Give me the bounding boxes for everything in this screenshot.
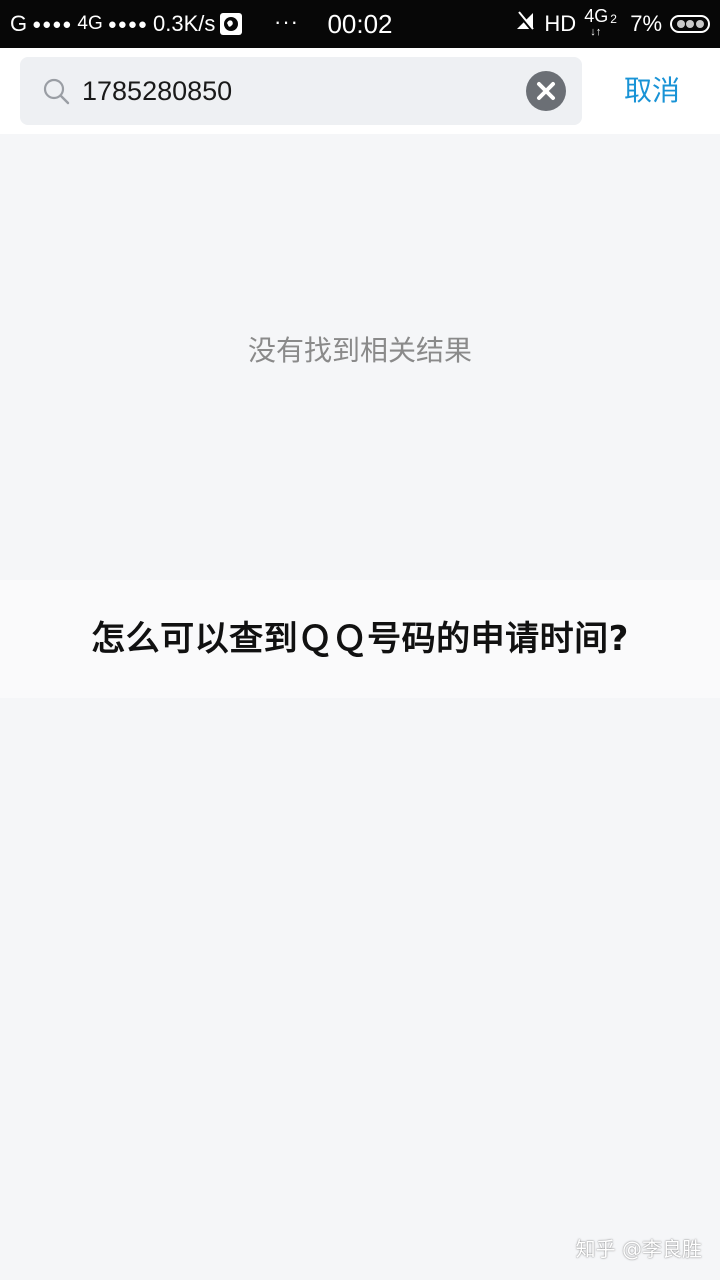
status-right: HD 4G 2 ↓↑ 7% bbox=[514, 0, 710, 48]
search-box[interactable] bbox=[20, 57, 582, 125]
search-icon bbox=[43, 78, 70, 105]
question-banner: 怎么可以查到ＱＱ号码的申请时间? bbox=[0, 580, 720, 698]
clear-search-button[interactable] bbox=[526, 71, 566, 111]
network-4g-icon: 4G 2 ↓↑ bbox=[584, 4, 622, 44]
question-title: 怎么可以查到ＱＱ号码的申请时间? bbox=[91, 619, 629, 659]
status-bar: G ●●●● 4G ●●●● 0.3K/s ··· 00:02 HD 4G 2 … bbox=[0, 0, 720, 48]
battery-percent: 7% bbox=[630, 11, 662, 36]
battery-icon bbox=[670, 15, 710, 33]
search-header: 取消 bbox=[0, 48, 720, 134]
data-arrows-icon: ↓↑ bbox=[590, 26, 602, 38]
network-sub-label: 2 bbox=[610, 12, 617, 26]
network-type-label-2: 4G bbox=[584, 6, 609, 26]
hd-voice-label: HD bbox=[544, 11, 577, 36]
search-input[interactable] bbox=[82, 57, 512, 125]
empty-results-message: 没有找到相关结果 bbox=[247, 334, 472, 367]
no-sim-icon bbox=[514, 10, 536, 38]
close-icon bbox=[537, 82, 555, 100]
cancel-button[interactable]: 取消 bbox=[600, 48, 704, 134]
watermark: 知乎 @李良胜 bbox=[575, 1237, 702, 1261]
